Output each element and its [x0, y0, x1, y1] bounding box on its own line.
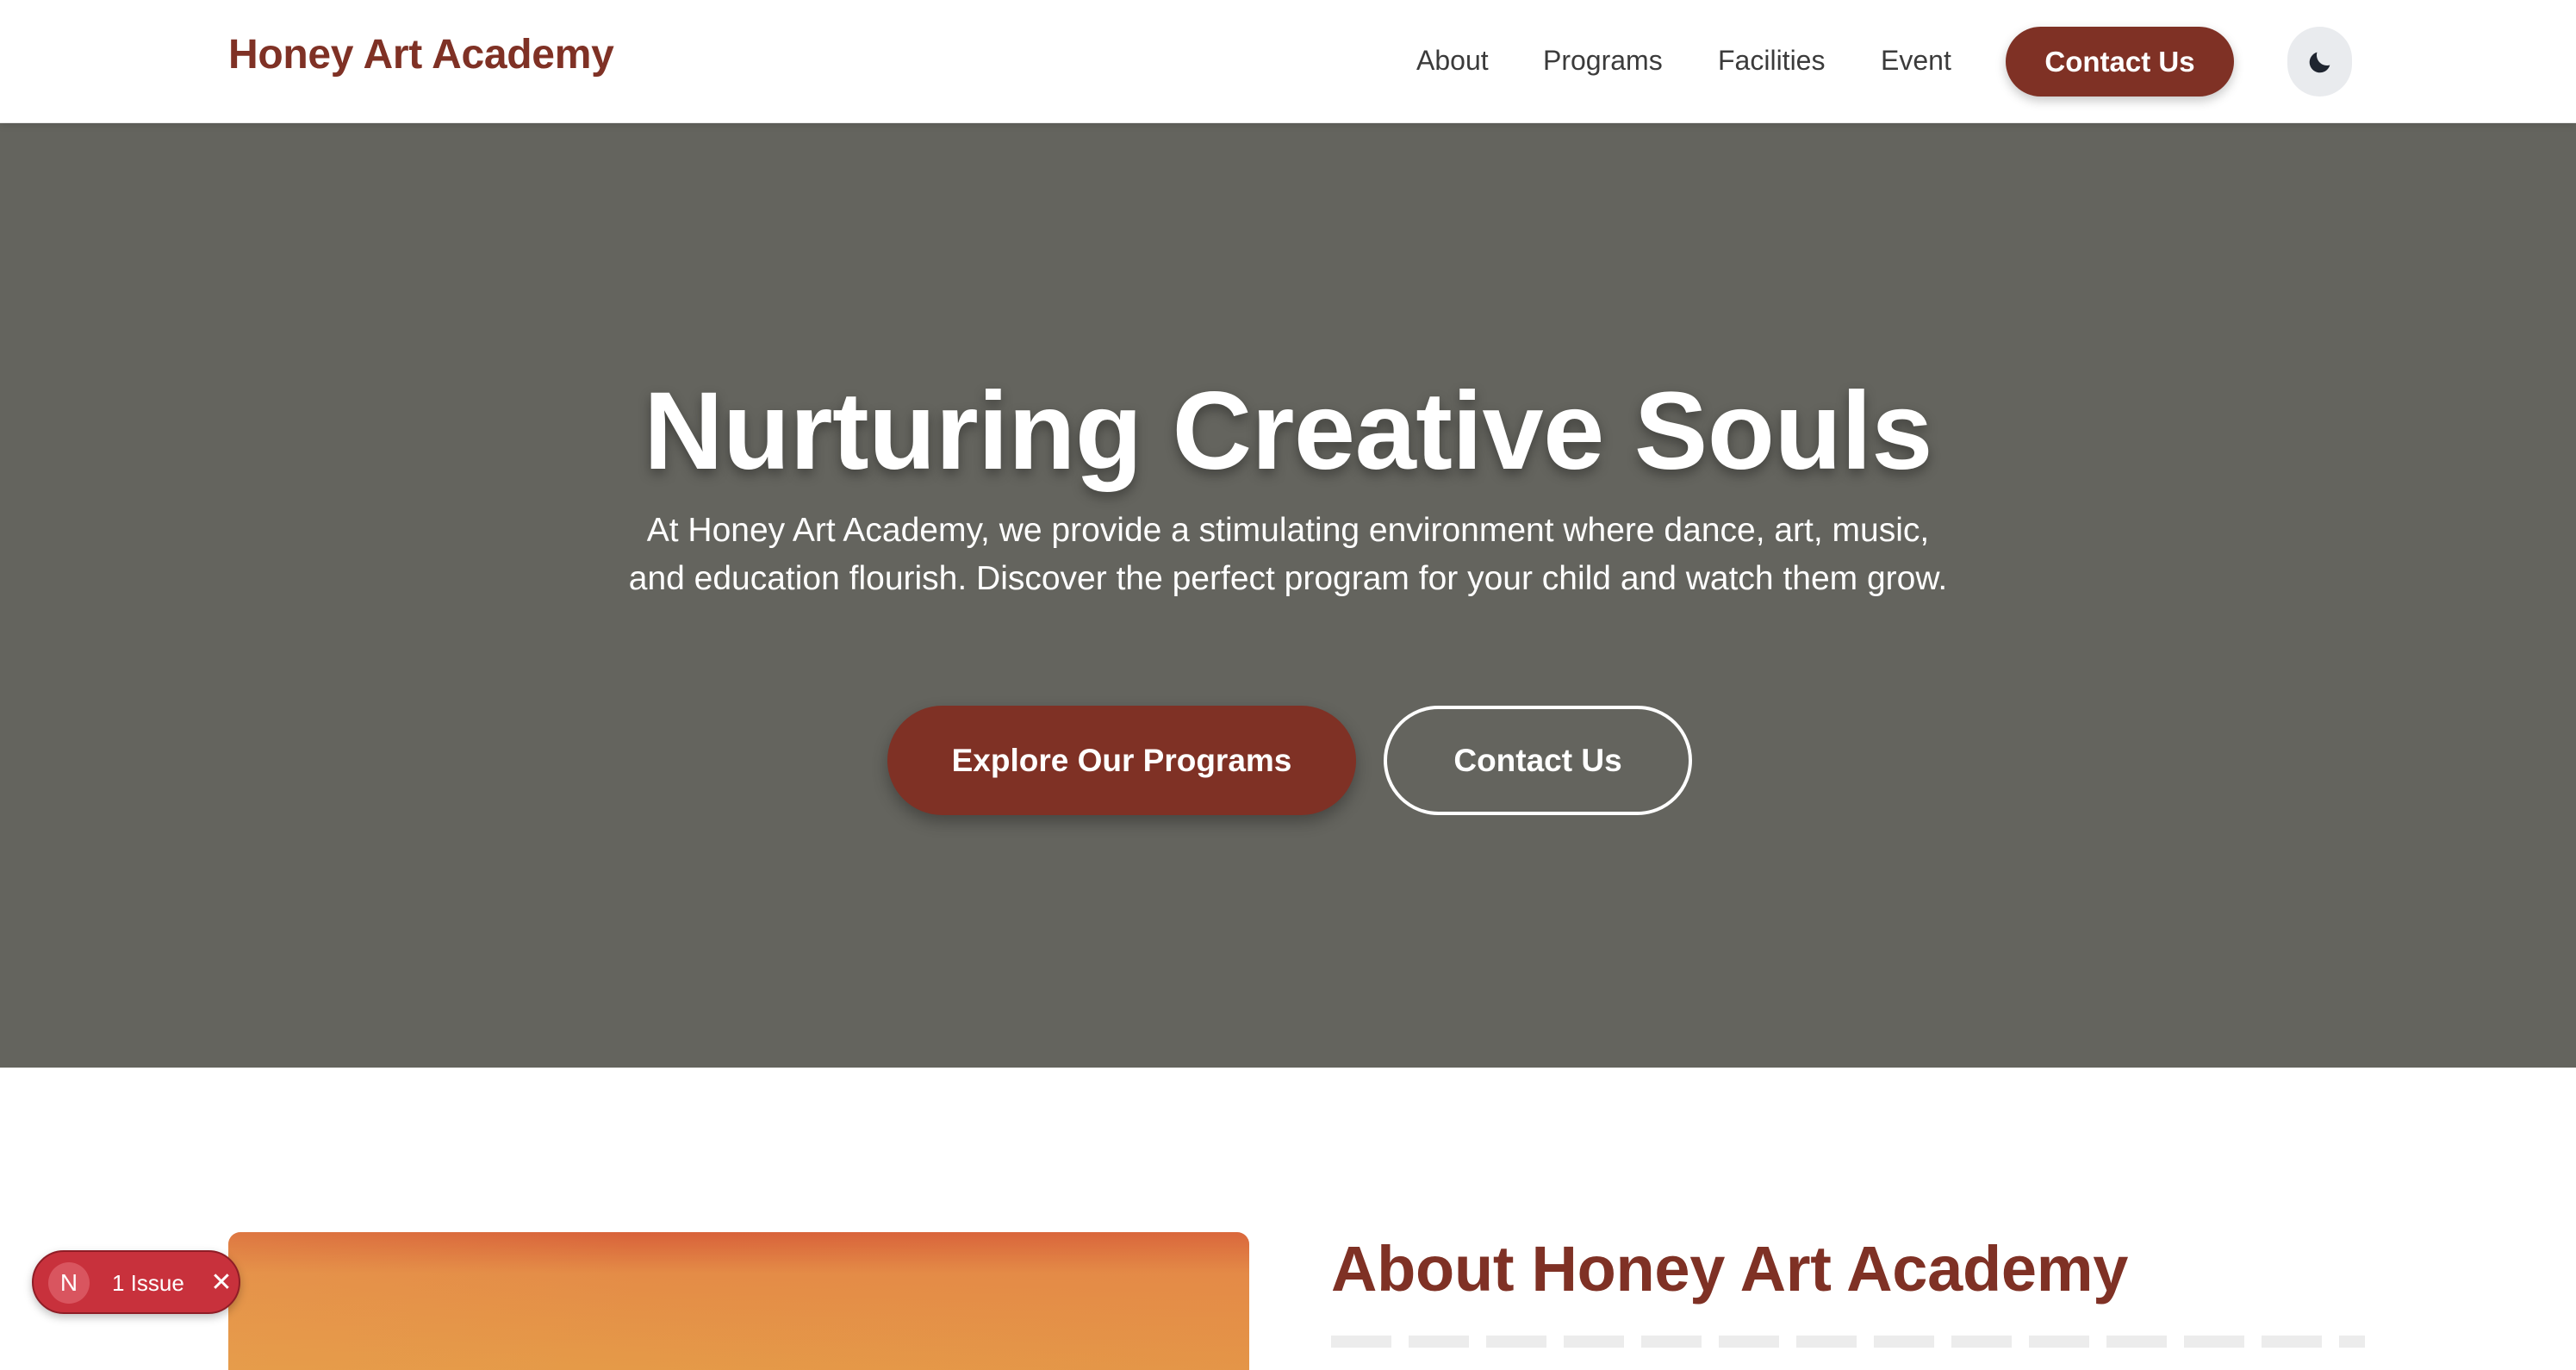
hero-description: At Honey Art Academy, we provide a stimu…: [628, 512, 1948, 597]
issue-count-label[interactable]: 1 Issue: [112, 1270, 184, 1297]
close-icon[interactable]: ✕: [206, 1267, 237, 1298]
about-text-clipped: [1331, 1336, 2365, 1348]
theme-toggle-button[interactable]: [2287, 27, 2352, 97]
hero-contact-button[interactable]: Contact Us: [1384, 706, 1692, 815]
header-contact-button[interactable]: Contact Us: [2006, 27, 2234, 97]
hero-title: Nurturing Creative Souls: [644, 370, 1932, 493]
moon-icon: [2309, 52, 2330, 72]
site-header: Honey Art Academy About Programs Facilit…: [0, 0, 2576, 123]
about-image: [228, 1232, 1249, 1370]
nav-link-programs[interactable]: Programs: [1543, 45, 1663, 77]
explore-programs-button[interactable]: Explore Our Programs: [887, 706, 1356, 815]
nav-link-about[interactable]: About: [1416, 45, 1489, 77]
nav-link-facilities[interactable]: Facilities: [1718, 45, 1825, 77]
about-title: About Honey Art Academy: [1331, 1233, 2129, 1305]
nav-link-event[interactable]: Event: [1881, 45, 1951, 77]
site-logo[interactable]: Honey Art Academy: [228, 31, 614, 78]
dev-issues-badge[interactable]: N 1 Issue ✕: [32, 1250, 240, 1314]
hero-section: Nurturing Creative Souls At Honey Art Ac…: [0, 123, 2576, 1068]
nextjs-logo-icon: N: [48, 1262, 90, 1304]
